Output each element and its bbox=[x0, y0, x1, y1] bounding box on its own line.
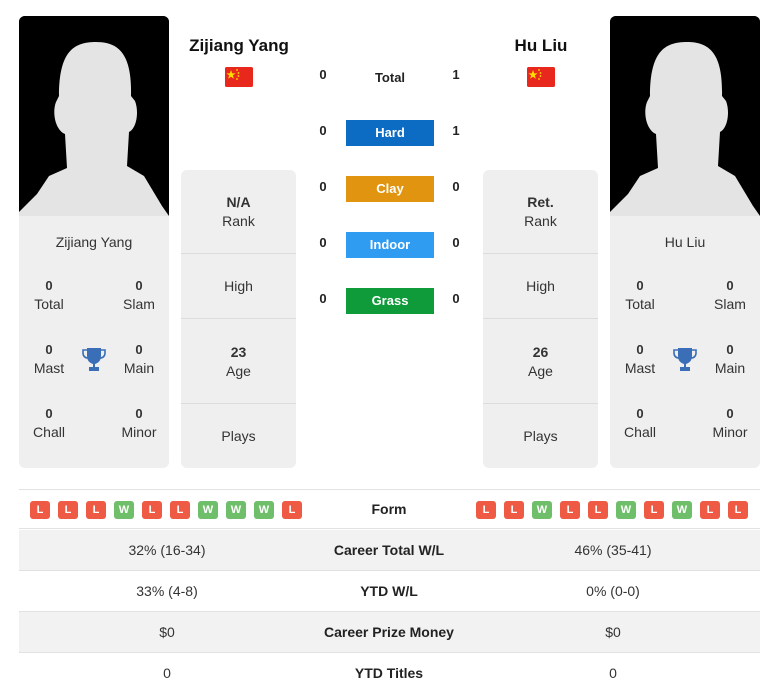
form-win-badge[interactable]: W bbox=[226, 501, 246, 519]
form-loss-badge[interactable]: L bbox=[142, 501, 162, 519]
stat-right-value: 0 bbox=[609, 665, 617, 681]
player-name-left: Zijiang Yang bbox=[55, 234, 133, 250]
form-win-badge[interactable]: W bbox=[532, 501, 552, 519]
form-loss-badge[interactable]: L bbox=[700, 501, 720, 519]
titles-slam-right: 0 Slam bbox=[714, 278, 746, 312]
form-win-badge[interactable]: W bbox=[254, 501, 274, 519]
h2h-clay-right: 0 bbox=[452, 179, 460, 194]
stat-left-value: 33% (4-8) bbox=[136, 583, 198, 599]
stat-label: Career Prize Money bbox=[324, 624, 454, 640]
surface-clay-badge: Clay bbox=[346, 176, 434, 202]
form-win-badge[interactable]: W bbox=[672, 501, 692, 519]
stat-label: YTD W/L bbox=[360, 583, 418, 599]
h2h-total-label: Total bbox=[374, 70, 406, 85]
form-loss-badge[interactable]: L bbox=[170, 501, 190, 519]
titles-main-left: 0 Main bbox=[123, 342, 155, 376]
form-badges-left: LLLWLLWWWL bbox=[30, 501, 302, 519]
player-photo-left bbox=[19, 16, 169, 216]
h2h-grass-right: 0 bbox=[452, 291, 460, 306]
surface-indoor-badge: Indoor bbox=[346, 232, 434, 258]
player-photo-right bbox=[610, 16, 760, 216]
h2h-hard-right: 1 bbox=[452, 123, 460, 138]
h2h-grass-left: 0 bbox=[319, 291, 327, 306]
h2h-total-left: 0 bbox=[319, 67, 327, 82]
form-loss-badge[interactable]: L bbox=[58, 501, 78, 519]
form-loss-badge[interactable]: L bbox=[86, 501, 106, 519]
divider bbox=[181, 403, 296, 404]
titles-main-right: 0 Main bbox=[714, 342, 746, 376]
surface-hard-badge: Hard bbox=[346, 120, 434, 146]
form-loss-badge[interactable]: L bbox=[644, 501, 664, 519]
high-right: High bbox=[526, 278, 555, 294]
titles-chall-right: 0 Chall bbox=[624, 406, 656, 440]
player-info-card-right: Hu Liu 0 Total 0 Slam 0 Mast 0 Main 0 Chall 0… bbox=[610, 216, 760, 468]
player-name-heading-left[interactable]: Zijiang Yang bbox=[159, 36, 319, 56]
surface-grass-badge: Grass bbox=[346, 288, 434, 314]
plays-right: Plays bbox=[523, 428, 558, 444]
form-win-badge[interactable]: W bbox=[114, 501, 134, 519]
divider bbox=[181, 253, 296, 254]
form-row: LLLWLLWWWL Form LLWLLWLWLL bbox=[19, 489, 760, 529]
form-loss-badge[interactable]: L bbox=[560, 501, 580, 519]
titles-minor-left: 0 Minor bbox=[121, 406, 157, 440]
stat-left-value: 0 bbox=[163, 665, 171, 681]
plays-left: Plays bbox=[221, 428, 256, 444]
age-right: 26 Age bbox=[528, 344, 553, 379]
divider bbox=[483, 403, 598, 404]
titles-slam-left: 0 Slam bbox=[123, 278, 155, 312]
stats-row-ytd-wl: 33% (4-8) YTD W/L 0% (0-0) bbox=[19, 571, 760, 612]
rank-right: Ret. Rank bbox=[524, 194, 557, 229]
stat-left-value: 32% (16-34) bbox=[128, 542, 206, 558]
divider bbox=[181, 318, 296, 319]
h2h-total-right: 1 bbox=[452, 67, 460, 82]
rank-card-right: Ret. Rank High 26 Age Plays bbox=[483, 170, 598, 468]
high-left: High bbox=[224, 278, 253, 294]
titles-minor-right: 0 Minor bbox=[712, 406, 748, 440]
form-badges-right: LLWLLWLWLL bbox=[476, 501, 748, 519]
player-name-heading-right[interactable]: Hu Liu bbox=[461, 36, 621, 56]
divider bbox=[483, 253, 598, 254]
rank-card-left: N/A Rank High 23 Age Plays bbox=[181, 170, 296, 468]
titles-chall-left: 0 Chall bbox=[33, 406, 65, 440]
stats-row-career-prize-money: $0 Career Prize Money $0 bbox=[19, 612, 760, 653]
stat-label: YTD Titles bbox=[354, 665, 424, 681]
stat-right-value: 0% (0-0) bbox=[586, 583, 640, 599]
form-loss-badge[interactable]: L bbox=[588, 501, 608, 519]
h2h-clay-left: 0 bbox=[319, 179, 327, 194]
player-info-card-left: Zijiang Yang 0 Total 0 Slam 0 Mast 0 Main 0C… bbox=[19, 216, 169, 468]
stat-right-value: $0 bbox=[605, 624, 621, 640]
titles-mast-right: 0 Mast bbox=[624, 342, 656, 376]
h2h-hard-left: 0 bbox=[319, 123, 327, 138]
china-flag-icon bbox=[527, 67, 555, 87]
trophy-icon bbox=[82, 348, 106, 371]
trophy-icon bbox=[673, 348, 697, 371]
form-win-badge[interactable]: W bbox=[198, 501, 218, 519]
h2h-indoor-left: 0 bbox=[319, 235, 327, 250]
titles-mast-left: 0 Mast bbox=[33, 342, 65, 376]
form-loss-badge[interactable]: L bbox=[728, 501, 748, 519]
stat-left-value: $0 bbox=[159, 624, 175, 640]
china-flag-icon bbox=[225, 67, 253, 87]
titles-total-left: 0 Total bbox=[34, 278, 64, 312]
divider bbox=[483, 318, 598, 319]
form-loss-badge[interactable]: L bbox=[504, 501, 524, 519]
rank-left: N/A Rank bbox=[222, 194, 255, 229]
stat-label: Career Total W/L bbox=[333, 542, 445, 558]
age-left: 23 Age bbox=[226, 344, 251, 379]
stat-right-value: 46% (35-41) bbox=[574, 542, 652, 558]
h2h-indoor-right: 0 bbox=[452, 235, 460, 250]
form-win-badge[interactable]: W bbox=[616, 501, 636, 519]
avatar-silhouette-icon bbox=[610, 16, 760, 216]
avatar-silhouette-icon bbox=[19, 16, 169, 216]
player-name-right: Hu Liu bbox=[664, 234, 706, 250]
form-label: Form bbox=[371, 501, 407, 517]
form-loss-badge[interactable]: L bbox=[282, 501, 302, 519]
titles-total-right: 0 Total bbox=[625, 278, 655, 312]
stats-row-career-total-wl: 32% (16-34) Career Total W/L 46% (35-41) bbox=[19, 530, 760, 571]
form-loss-badge[interactable]: L bbox=[476, 501, 496, 519]
form-loss-badge[interactable]: L bbox=[30, 501, 50, 519]
stats-row-ytd-titles: 0 YTD Titles 0 bbox=[19, 653, 760, 694]
